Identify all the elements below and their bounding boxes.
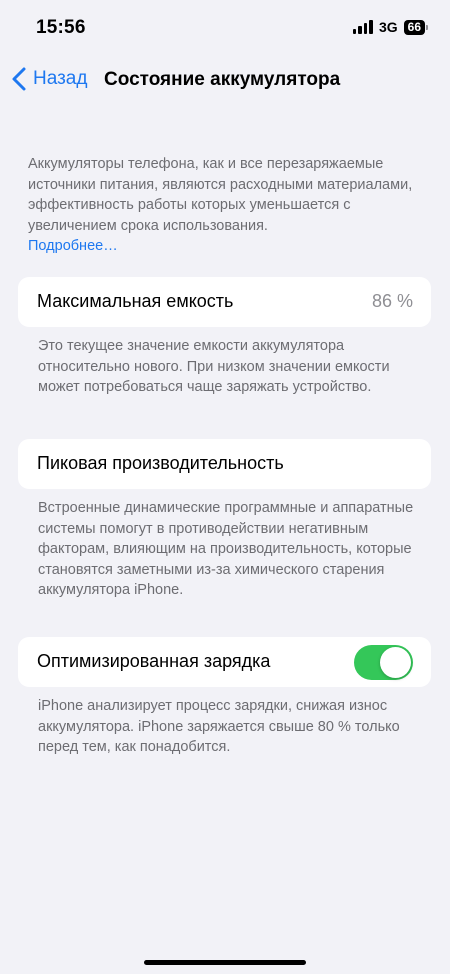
intro-description: Аккумуляторы телефона, как и все перезар… (28, 154, 423, 257)
max-capacity-value: 86 % (371, 291, 413, 311)
battery-cap (426, 24, 428, 30)
network-type: 3G (378, 19, 398, 35)
cellular-signal-icon (352, 20, 373, 34)
battery-health-screen: 15:56 3G 66 Назад Состояние аккумулятора… (0, 0, 450, 974)
status-bar: 15:56 3G 66 (0, 0, 450, 56)
battery-icon: 66 (403, 19, 428, 35)
page-title: Состояние аккумулятора (104, 69, 341, 90)
max-capacity-footnote: Это текущее значение емкости аккумулятор… (38, 338, 390, 395)
optimized-charging-toggle[interactable] (354, 645, 413, 680)
chevron-left-icon (12, 67, 26, 91)
back-button[interactable]: Назад (10, 66, 87, 92)
toggle-knob (380, 647, 411, 678)
status-indicators: 3G 66 (352, 19, 428, 35)
intro-text: Аккумуляторы телефона, как и все перезар… (28, 156, 413, 234)
learn-more-link[interactable]: Подробнее… (28, 236, 423, 257)
peak-performance-row: Пиковая производительность (18, 439, 431, 489)
max-capacity-row: Максимальная емкость 86 % (18, 277, 431, 327)
max-capacity-label: Максимальная емкость (37, 291, 234, 311)
peak-performance-label: Пиковая производительность (37, 453, 284, 473)
optimized-charging-row: Оптимизированная зарядка (18, 637, 431, 687)
navigation-bar: Назад Состояние аккумулятора (0, 60, 450, 100)
optimized-charging-footnote: iPhone анализирует процесс зарядки, сниж… (38, 698, 400, 755)
home-indicator[interactable] (144, 960, 306, 965)
status-time: 15:56 (36, 17, 86, 38)
back-label: Назад (33, 68, 88, 89)
optimized-charging-label: Оптимизированная зарядка (37, 651, 271, 671)
battery-level: 66 (403, 19, 425, 35)
peak-performance-footnote: Встроенные динамические программные и ап… (38, 500, 414, 598)
